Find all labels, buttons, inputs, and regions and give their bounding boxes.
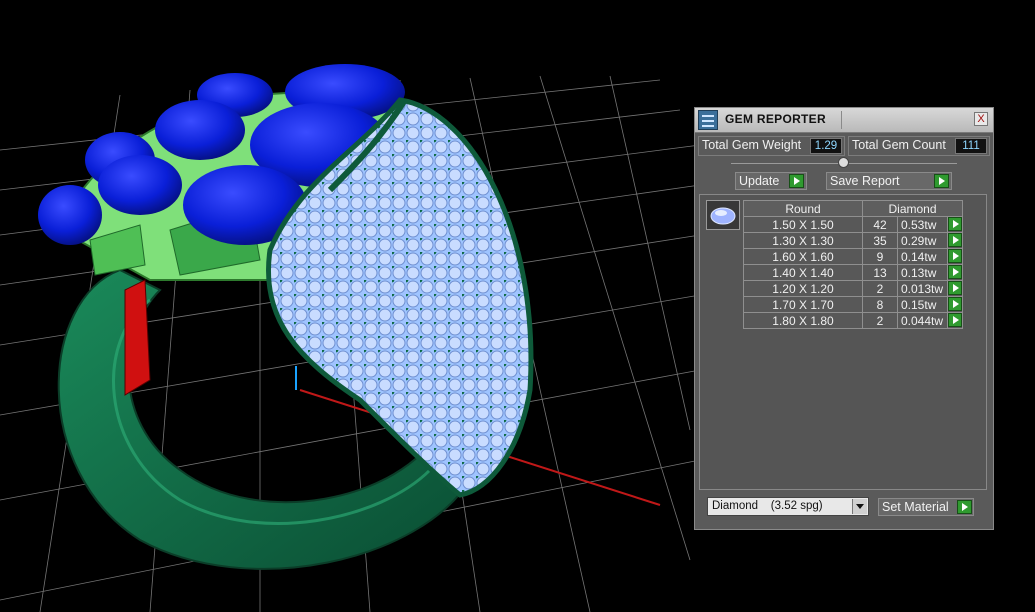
row-go-button[interactable] [947,296,963,313]
row-go-button[interactable] [947,232,963,249]
set-material-button[interactable]: Set Material [878,498,974,516]
panel-title: GEM REPORTER [725,112,826,126]
close-icon: X [977,113,985,125]
save-report-button-label: Save Report [830,174,900,188]
row-go-button[interactable] [947,248,963,265]
play-arrow-icon [934,174,949,188]
gem-count: 2 [862,312,898,329]
save-report-button[interactable]: Save Report [826,172,952,190]
gem-count: 2 [862,280,898,297]
table-row[interactable]: 1.70 X 1.70 8 0.15tw [743,296,963,313]
gem-table: Round Diamond 1.50 X 1.50 42 0.53tw 1.30… [743,200,963,329]
play-arrow-icon [948,297,962,311]
gem-weight: 0.53tw [897,216,948,233]
slider-handle[interactable] [838,157,849,168]
total-count-value: 111 [955,138,987,154]
gem-size: 1.40 X 1.40 [743,264,863,281]
gem-count: 8 [862,296,898,313]
gem-weight: 0.14tw [897,248,948,265]
play-arrow-icon [948,249,962,263]
gem-weight: 0.29tw [897,232,948,249]
panel-titlebar[interactable]: GEM REPORTER X [695,108,993,133]
total-weight-value: 1.29 [810,138,842,154]
row-go-button[interactable] [947,280,963,297]
total-count-label: Total Gem Count [852,138,946,152]
play-arrow-icon [948,313,962,327]
gem-weight: 0.044tw [897,312,948,329]
column-header-shape: Round [743,200,863,217]
table-row[interactable]: 1.50 X 1.50 42 0.53tw [743,216,963,233]
table-row[interactable]: 1.20 X 1.20 2 0.013tw [743,280,963,297]
gem-weight: 0.15tw [897,296,948,313]
play-arrow-icon [789,174,804,188]
update-button[interactable]: Update [735,172,807,190]
gem-size: 1.70 X 1.70 [743,296,863,313]
play-arrow-icon [948,265,962,279]
table-row[interactable]: 1.30 X 1.30 35 0.29tw [743,232,963,249]
set-material-button-label: Set Material [882,500,949,514]
play-arrow-icon [957,500,972,514]
gem-list-area: Round Diamond 1.50 X 1.50 42 0.53tw 1.30… [699,194,987,490]
total-weight-label: Total Gem Weight [702,138,802,152]
gem-size: 1.20 X 1.20 [743,280,863,297]
table-row[interactable]: 1.40 X 1.40 13 0.13tw [743,264,963,281]
gem-weight: 0.013tw [897,280,948,297]
chevron-down-icon[interactable] [852,499,867,514]
update-button-label: Update [739,174,780,188]
row-go-button[interactable] [947,216,963,233]
gem-count: 42 [862,216,898,233]
gem-size: 1.50 X 1.50 [743,216,863,233]
material-dropdown[interactable]: Diamond (3.52 spg) [707,497,869,516]
play-arrow-icon [948,281,962,295]
material-selected-value: Diamond (3.52 spg) [712,500,823,512]
gem-reporter-icon [698,110,718,130]
close-button[interactable]: X [974,112,988,126]
gem-thumbnail[interactable] [706,200,740,230]
round-gem-icon [710,207,736,225]
gem-count: 13 [862,264,898,281]
table-row[interactable]: 1.80 X 1.80 2 0.044tw [743,312,963,329]
column-header-material: Diamond [862,200,963,217]
title-divider [841,111,842,129]
gem-reporter-panel: GEM REPORTER X Total Gem Weight 1.29 Tot… [694,107,994,530]
gem-size: 1.30 X 1.30 [743,232,863,249]
gem-weight: 0.13tw [897,264,948,281]
play-arrow-icon [948,233,962,247]
row-go-button[interactable] [947,264,963,281]
gem-count: 35 [862,232,898,249]
gem-size: 1.60 X 1.60 [743,248,863,265]
row-go-button[interactable] [947,312,963,329]
gem-table-header: Round Diamond [743,200,963,217]
gem-size: 1.80 X 1.80 [743,312,863,329]
play-arrow-icon [948,217,962,231]
gem-count: 9 [862,248,898,265]
table-row[interactable]: 1.60 X 1.60 9 0.14tw [743,248,963,265]
